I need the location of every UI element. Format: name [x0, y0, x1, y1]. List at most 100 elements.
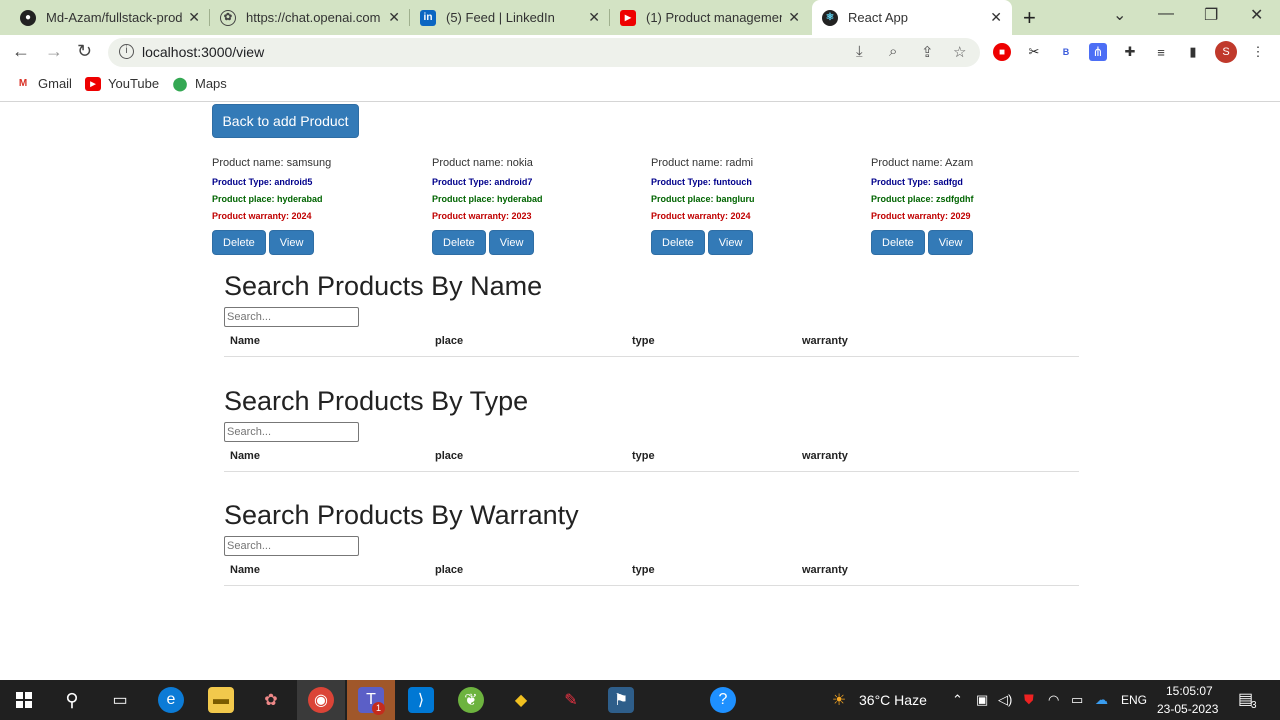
edge-icon[interactable]: e [158, 687, 184, 713]
forward-arrow-icon[interactable]: → [45, 41, 63, 62]
git-tool-icon[interactable]: ◆ [508, 687, 534, 713]
column-header-type: type [632, 564, 655, 576]
onedrive-icon[interactable]: ☁ [1095, 692, 1108, 708]
clock-time[interactable]: 15:05:07 [1166, 684, 1213, 698]
weather-text[interactable]: 36°C Haze [859, 692, 927, 708]
clock-date[interactable]: 23-05-2023 [1157, 702, 1218, 716]
chrome-icon[interactable]: ◉ [308, 687, 334, 713]
close-icon[interactable]: ✕ [990, 9, 1002, 26]
view-button[interactable]: View [707, 230, 754, 255]
product-card: Product name: samsung Product Type: andr… [212, 157, 422, 255]
column-header-name: Name [230, 450, 260, 462]
antivirus-icon[interactable]: ⛊ [1024, 692, 1034, 708]
product-card: Product name: nokia Product Type: androi… [432, 157, 642, 255]
product-card: Product name: Azam Product Type: sadfgd … [871, 157, 1081, 255]
bookmark-youtube[interactable]: ▶ YouTube [85, 76, 159, 91]
search-by-type-section: Search Products By Type Name place type … [224, 384, 1079, 472]
zoom-icon[interactable]: ⌕ [889, 43, 897, 60]
linkedin-icon: in [420, 9, 436, 26]
product-warranty: Product warranty: 2024 [212, 211, 312, 221]
product-type: Product Type: funtouch [651, 177, 752, 187]
tab-title: (1) Product management [646, 10, 783, 25]
bookmark-gmail[interactable]: M Gmail [15, 76, 72, 91]
windows-start-icon[interactable] [11, 687, 37, 713]
spring-icon[interactable]: ❦ [458, 687, 484, 713]
adblock-icon[interactable]: ■ [993, 43, 1011, 61]
address-bar[interactable]: i localhost:3000/view ⤓ ⌕ ⇪ ☆ [108, 38, 980, 67]
extension-tool-icon[interactable]: ✂ [1025, 43, 1043, 61]
profile-avatar[interactable]: S [1215, 41, 1237, 63]
help-icon[interactable]: ? [710, 687, 736, 713]
delete-button[interactable]: Delete [651, 230, 705, 255]
extensions-puzzle-icon[interactable]: ✚ [1121, 43, 1139, 61]
bookmark-star-icon[interactable]: ☆ [953, 43, 966, 61]
product-actions: Delete View [651, 230, 861, 255]
restore-icon[interactable]: ❐ [1204, 5, 1218, 25]
tab-react-app[interactable]: ⚛ React App ✕ [812, 0, 1012, 35]
minimize-icon[interactable]: — [1158, 5, 1174, 23]
column-header-warranty: warranty [802, 335, 848, 347]
close-icon[interactable]: ✕ [388, 9, 400, 26]
side-panel-icon[interactable]: ▮ [1184, 43, 1202, 61]
site-info-icon[interactable]: i [119, 44, 134, 59]
tab-youtube[interactable]: ▶ (1) Product management ✕ [610, 0, 810, 35]
results-table-header: Name place type warranty [224, 560, 1079, 586]
reload-icon[interactable]: ↻ [77, 41, 92, 62]
close-icon[interactable]: ✕ [788, 9, 800, 26]
tray-chevron-icon[interactable]: ⌃ [952, 692, 963, 708]
paint-icon[interactable]: ✿ [258, 687, 284, 713]
close-window-icon[interactable]: ✕ [1250, 5, 1263, 25]
view-button[interactable]: View [927, 230, 974, 255]
extension-graph-icon[interactable]: ⋔ [1089, 43, 1107, 61]
delete-button[interactable]: Delete [871, 230, 925, 255]
bookmark-maps[interactable]: ⬤ Maps [172, 75, 227, 92]
delete-button[interactable]: Delete [432, 230, 486, 255]
meet-icon[interactable]: ▣ [976, 692, 988, 708]
product-actions: Delete View [432, 230, 642, 255]
install-icon[interactable]: ⤓ [856, 43, 863, 60]
mysql-workbench-icon[interactable]: ⚑ [608, 687, 634, 713]
search-name-input[interactable] [224, 307, 359, 327]
maps-pin-icon: ⬤ [172, 75, 188, 91]
notifications-count: 3 [1251, 700, 1257, 711]
tab-search-icon[interactable]: ⌄ [1113, 5, 1126, 25]
view-button[interactable]: View [268, 230, 315, 255]
youtube-icon: ▶ [85, 76, 101, 91]
product-place: Product place: bangluru [651, 194, 755, 204]
bookmark-label: YouTube [108, 76, 160, 91]
product-type: Product Type: android5 [212, 177, 313, 187]
task-view-icon[interactable]: ▭ [107, 687, 133, 713]
menu-icon[interactable]: ⋮ [1249, 43, 1267, 61]
media-control-icon[interactable]: ≡ [1152, 43, 1170, 61]
back-arrow-icon[interactable]: ← [12, 41, 30, 62]
product-warranty: Product warranty: 2029 [871, 211, 971, 221]
extension-b-icon[interactable]: B [1057, 43, 1075, 61]
file-explorer-icon[interactable]: ▬ [208, 687, 234, 713]
speaker-icon[interactable]: ◁) [998, 692, 1012, 708]
share-icon[interactable]: ⇪ [921, 43, 934, 61]
tab-chatgpt[interactable]: ✿ https://chat.openai.com ✕ [210, 0, 410, 35]
tab-github[interactable]: ● Md-Azam/fullstack-produ ✕ [10, 0, 210, 35]
tab-linkedin[interactable]: in (5) Feed | LinkedIn ✕ [410, 0, 610, 35]
wifi-icon[interactable]: ◠ [1048, 692, 1059, 708]
search-warranty-input[interactable] [224, 536, 359, 556]
section-title: Search Products By Warranty [224, 500, 579, 530]
close-icon[interactable]: ✕ [588, 9, 600, 26]
new-tab-button[interactable]: + [1023, 5, 1036, 31]
close-icon[interactable]: ✕ [188, 9, 200, 26]
back-to-add-product-button[interactable]: Back to add Product [212, 104, 359, 138]
bookmark-label: Maps [195, 76, 227, 91]
product-place: Product place: zsdfgdhf [871, 194, 974, 204]
react-icon: ⚛ [822, 9, 838, 26]
postman-icon[interactable]: ✎ [558, 687, 584, 713]
tab-bar: ● Md-Azam/fullstack-produ ✕ ✿ https://ch… [0, 0, 1280, 35]
search-icon[interactable]: ⚲ [59, 687, 85, 713]
search-type-input[interactable] [224, 422, 359, 442]
battery-icon[interactable]: ▭ [1071, 692, 1083, 708]
product-place: Product place: hyderabad [212, 194, 323, 204]
delete-button[interactable]: Delete [212, 230, 266, 255]
view-button[interactable]: View [488, 230, 535, 255]
language-indicator[interactable]: ENG [1121, 693, 1147, 707]
vscode-icon[interactable]: ⟩ [408, 687, 434, 713]
url-text[interactable]: localhost:3000/view [142, 44, 264, 60]
